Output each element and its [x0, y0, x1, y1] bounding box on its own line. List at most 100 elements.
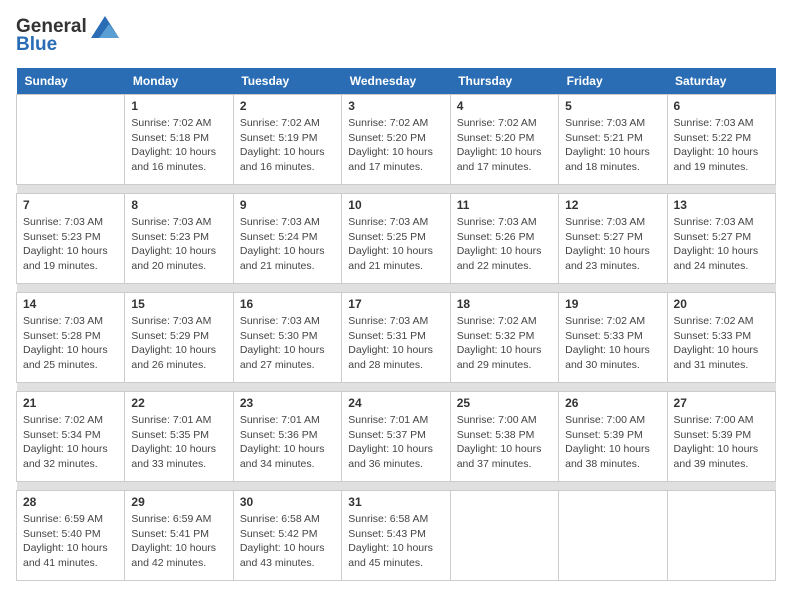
calendar-cell: 15 Sunrise: 7:03 AMSunset: 5:29 PMDayligh…: [125, 293, 233, 383]
calendar-cell: 16Sunrise: 7:03 AMSunset: 5:30 PMDayligh…: [233, 293, 341, 383]
day-number: 15: [131, 297, 226, 311]
day-info: Sunrise: 7:03 AMSunset: 5:24 PMDaylight:…: [240, 215, 335, 274]
day-number: 11: [457, 198, 552, 212]
day-number: 17: [348, 297, 443, 311]
calendar-cell: 11Sunrise: 7:03 AMSunset: 5:26 PMDayligh…: [450, 194, 558, 284]
day-number: 26: [565, 396, 660, 410]
day-info: Sunrise: 7:03 AMSunset: 5:29 PMDaylight:…: [131, 314, 226, 373]
header-monday: Monday: [125, 68, 233, 95]
calendar-cell: 22 Sunrise: 7:01 AMSunset: 5:35 PMDayligh…: [125, 392, 233, 482]
calendar-cell: 21 Sunrise: 7:02 AMSunset: 5:34 PMDayligh…: [17, 392, 125, 482]
day-number: 21: [23, 396, 118, 410]
day-number: 31: [348, 495, 443, 509]
day-info: Sunrise: 7:02 AMSunset: 5:33 PMDaylight:…: [565, 314, 660, 373]
day-info: Sunrise: 7:03 AMSunset: 5:25 PMDaylight:…: [348, 215, 443, 274]
day-info: Sunrise: 7:03 AMSunset: 5:28 PMDaylight:…: [23, 314, 118, 373]
week-spacer: [17, 383, 776, 392]
day-number: 20: [674, 297, 769, 311]
day-number: 7: [23, 198, 118, 212]
day-info: Sunrise: 7:03 AMSunset: 5:27 PMDaylight:…: [565, 215, 660, 274]
week-spacer: [17, 482, 776, 491]
day-number: 9: [240, 198, 335, 212]
calendar-cell: 25 Sunrise: 7:00 AMSunset: 5:38 PMDayligh…: [450, 392, 558, 482]
calendar-cell: 1 Sunrise: 7:02 AMSunset: 5:18 PMDaylight…: [125, 95, 233, 185]
header-tuesday: Tuesday: [233, 68, 341, 95]
day-info: Sunrise: 7:00 AMSunset: 5:39 PMDaylight:…: [565, 413, 660, 472]
day-info: Sunrise: 7:03 AMSunset: 5:21 PMDaylight:…: [565, 116, 660, 175]
calendar-cell: 5 Sunrise: 7:03 AMSunset: 5:21 PMDaylight…: [559, 95, 667, 185]
day-number: 24: [348, 396, 443, 410]
calendar-table: SundayMondayTuesdayWednesdayThursdayFrid…: [16, 68, 776, 581]
calendar-cell: 6 Sunrise: 7:03 AMSunset: 5:22 PMDaylight…: [667, 95, 775, 185]
day-info: Sunrise: 7:02 AMSunset: 5:34 PMDaylight:…: [23, 413, 118, 472]
page-header: General Blue: [16, 16, 776, 56]
day-number: 19: [565, 297, 660, 311]
calendar-cell: 28Sunrise: 6:59 AMSunset: 5:40 PMDayligh…: [17, 491, 125, 581]
day-info: Sunrise: 7:02 AMSunset: 5:33 PMDaylight:…: [674, 314, 769, 373]
day-info: Sunrise: 7:03 AMSunset: 5:23 PMDaylight:…: [23, 215, 118, 274]
calendar-cell: 19 Sunrise: 7:02 AMSunset: 5:33 PMDayligh…: [559, 293, 667, 383]
day-number: 23: [240, 396, 335, 410]
header-sunday: Sunday: [17, 68, 125, 95]
week-spacer-cell: [17, 383, 776, 392]
day-info: Sunrise: 7:02 AMSunset: 5:19 PMDaylight:…: [240, 116, 335, 175]
calendar-cell: [450, 491, 558, 581]
day-number: 18: [457, 297, 552, 311]
day-info: Sunrise: 7:01 AMSunset: 5:37 PMDaylight:…: [348, 413, 443, 472]
day-info: Sunrise: 6:58 AMSunset: 5:42 PMDaylight:…: [240, 512, 335, 571]
calendar-cell: 12 Sunrise: 7:03 AMSunset: 5:27 PMDayligh…: [559, 194, 667, 284]
day-info: Sunrise: 7:03 AMSunset: 5:23 PMDaylight:…: [131, 215, 226, 274]
week-row-2: 7 Sunrise: 7:03 AMSunset: 5:23 PMDaylight…: [17, 194, 776, 284]
calendar-header-row: SundayMondayTuesdayWednesdayThursdayFrid…: [17, 68, 776, 95]
day-info: Sunrise: 7:03 AMSunset: 5:30 PMDaylight:…: [240, 314, 335, 373]
day-info: Sunrise: 7:02 AMSunset: 5:20 PMDaylight:…: [348, 116, 443, 175]
day-number: 4: [457, 99, 552, 113]
day-number: 3: [348, 99, 443, 113]
day-number: 29: [131, 495, 226, 509]
day-number: 12: [565, 198, 660, 212]
calendar-cell: 20 Sunrise: 7:02 AMSunset: 5:33 PMDayligh…: [667, 293, 775, 383]
calendar-cell: 23Sunrise: 7:01 AMSunset: 5:36 PMDayligh…: [233, 392, 341, 482]
calendar-cell: 26 Sunrise: 7:00 AMSunset: 5:39 PMDayligh…: [559, 392, 667, 482]
day-info: Sunrise: 7:03 AMSunset: 5:22 PMDaylight:…: [674, 116, 769, 175]
day-info: Sunrise: 7:00 AMSunset: 5:38 PMDaylight:…: [457, 413, 552, 472]
calendar-cell: 31 Sunrise: 6:58 AMSunset: 5:43 PMDayligh…: [342, 491, 450, 581]
day-number: 22: [131, 396, 226, 410]
calendar-cell: 7 Sunrise: 7:03 AMSunset: 5:23 PMDaylight…: [17, 194, 125, 284]
header-thursday: Thursday: [450, 68, 558, 95]
week-spacer-cell: [17, 185, 776, 194]
day-number: 5: [565, 99, 660, 113]
day-info: Sunrise: 7:01 AMSunset: 5:35 PMDaylight:…: [131, 413, 226, 472]
calendar-cell: 24 Sunrise: 7:01 AMSunset: 5:37 PMDayligh…: [342, 392, 450, 482]
week-spacer: [17, 284, 776, 293]
calendar-cell: 29 Sunrise: 6:59 AMSunset: 5:41 PMDayligh…: [125, 491, 233, 581]
day-info: Sunrise: 7:03 AMSunset: 5:27 PMDaylight:…: [674, 215, 769, 274]
day-number: 13: [674, 198, 769, 212]
header-wednesday: Wednesday: [342, 68, 450, 95]
week-row-4: 21 Sunrise: 7:02 AMSunset: 5:34 PMDayligh…: [17, 392, 776, 482]
calendar-cell: 9 Sunrise: 7:03 AMSunset: 5:24 PMDaylight…: [233, 194, 341, 284]
day-info: Sunrise: 6:58 AMSunset: 5:43 PMDaylight:…: [348, 512, 443, 571]
calendar-cell: 2Sunrise: 7:02 AMSunset: 5:19 PMDaylight…: [233, 95, 341, 185]
calendar-cell: 18 Sunrise: 7:02 AMSunset: 5:32 PMDayligh…: [450, 293, 558, 383]
day-info: Sunrise: 7:02 AMSunset: 5:18 PMDaylight:…: [131, 116, 226, 175]
week-spacer-cell: [17, 284, 776, 293]
day-info: Sunrise: 7:02 AMSunset: 5:32 PMDaylight:…: [457, 314, 552, 373]
day-number: 25: [457, 396, 552, 410]
day-number: 14: [23, 297, 118, 311]
day-info: Sunrise: 6:59 AMSunset: 5:41 PMDaylight:…: [131, 512, 226, 571]
week-spacer: [17, 185, 776, 194]
day-info: Sunrise: 7:00 AMSunset: 5:39 PMDaylight:…: [674, 413, 769, 472]
day-number: 6: [674, 99, 769, 113]
day-number: 1: [131, 99, 226, 113]
day-info: Sunrise: 7:02 AMSunset: 5:20 PMDaylight:…: [457, 116, 552, 175]
calendar-cell: 13 Sunrise: 7:03 AMSunset: 5:27 PMDayligh…: [667, 194, 775, 284]
header-saturday: Saturday: [667, 68, 775, 95]
day-info: Sunrise: 6:59 AMSunset: 5:40 PMDaylight:…: [23, 512, 118, 571]
day-info: Sunrise: 7:03 AMSunset: 5:31 PMDaylight:…: [348, 314, 443, 373]
calendar-cell: 30Sunrise: 6:58 AMSunset: 5:42 PMDayligh…: [233, 491, 341, 581]
calendar-cell: 4 Sunrise: 7:02 AMSunset: 5:20 PMDaylight…: [450, 95, 558, 185]
week-row-1: 1 Sunrise: 7:02 AMSunset: 5:18 PMDaylight…: [17, 95, 776, 185]
calendar-cell: 8Sunrise: 7:03 AMSunset: 5:23 PMDaylight…: [125, 194, 233, 284]
week-row-3: 14 Sunrise: 7:03 AMSunset: 5:28 PMDayligh…: [17, 293, 776, 383]
